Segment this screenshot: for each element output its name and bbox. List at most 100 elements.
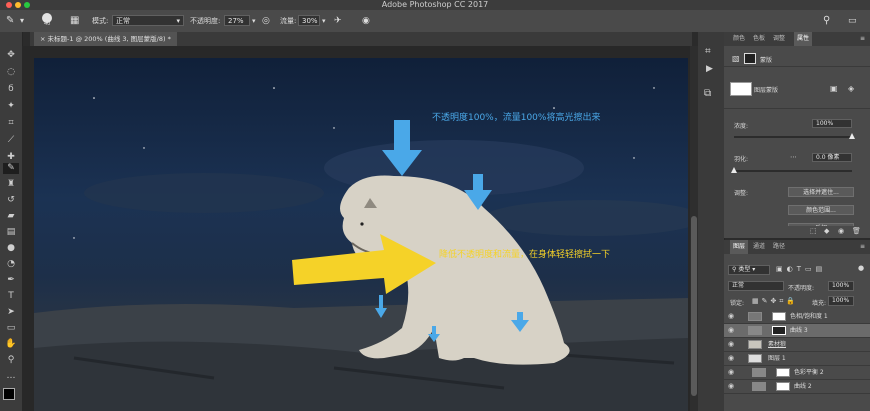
airbrush-icon[interactable]: ✈ [334, 14, 342, 28]
add-vector-mask-icon[interactable]: ◈ [848, 84, 854, 93]
pressure-size-icon[interactable]: ◉ [362, 14, 370, 28]
tab-layers[interactable]: 图层 [730, 240, 749, 254]
disable-mask-icon[interactable]: ◉ [838, 227, 844, 235]
flow-field[interactable]: 30% [298, 15, 320, 26]
history-panel-icon[interactable]: ⌗ [705, 46, 711, 57]
trash-icon[interactable]: 🗑 [852, 227, 861, 235]
eraser-tool-icon[interactable]: ▰ [3, 211, 19, 222]
eyedropper-tool-icon[interactable]: ⟋ [3, 135, 19, 146]
document-tab-label: 未标题-1 @ 200% (曲线 3, 图层蒙版/8) * [47, 35, 171, 43]
layer-row[interactable]: ◉ 色彩平衡 2 [724, 366, 870, 380]
layer-filter-select[interactable]: ⚲ 类型 ▾ [728, 265, 770, 275]
actions-play-icon[interactable]: ▶ [706, 64, 713, 74]
mode-select-value: 正常 [116, 17, 130, 25]
type-tool-icon[interactable]: T [3, 291, 19, 302]
flow-label: 流量: [280, 17, 297, 25]
eye-icon[interactable]: ◉ [728, 340, 734, 348]
eye-icon[interactable]: ◉ [728, 354, 734, 362]
tab-channels[interactable]: 通道 [750, 240, 768, 254]
opacity-field[interactable]: 27% [224, 15, 250, 26]
crop-tool-icon[interactable]: ⌗ [3, 118, 19, 129]
select-and-mask-button[interactable]: 选择并遮住... [788, 187, 854, 197]
layer-opacity-field[interactable]: 100% [828, 281, 854, 291]
layer-row[interactable]: ◉ 曲线 2 [724, 380, 870, 394]
tab-properties[interactable]: 属性 [794, 32, 813, 46]
brush-tool-icon[interactable]: ✎ [3, 163, 19, 174]
mask-thumbnail-icon[interactable] [744, 53, 756, 64]
eye-icon[interactable]: ◉ [728, 326, 734, 334]
more-tools-icon[interactable]: … [3, 371, 19, 382]
eye-icon[interactable]: ◉ [728, 382, 734, 390]
chevron-down-icon[interactable]: ▾ [322, 14, 326, 28]
eye-icon[interactable]: ◉ [728, 368, 734, 376]
density-field[interactable]: 100% [812, 119, 852, 128]
layer-mask-thumbnail[interactable] [730, 82, 752, 96]
apply-mask-icon[interactable]: ◆ [824, 227, 829, 235]
filter-kind-icons[interactable]: ▣◐T▭▤ [776, 265, 826, 273]
feather-field[interactable]: 0.0 像素 [812, 153, 852, 162]
clone-stamp-tool-icon[interactable]: ♜ [3, 179, 19, 190]
scrollbar-thumb[interactable] [691, 216, 697, 396]
tab-color[interactable]: 颜色 [730, 32, 748, 46]
blend-mode-select[interactable]: 正常 [728, 281, 784, 291]
fill-field[interactable]: 100% [828, 296, 854, 306]
layer-mask-thumbnail [772, 326, 786, 335]
zoom-tool-icon[interactable]: ⚲ [3, 355, 19, 366]
pixel-mask-icon[interactable]: ▧ [732, 54, 740, 63]
marquee-tool-icon[interactable]: ◌ [3, 67, 19, 78]
document-canvas[interactable]: 不透明度100%，流量100%将高光擦出来 降低不透明度和流量，在身体轻轻擦拭一… [34, 58, 688, 411]
hand-tool-icon[interactable]: ✋ [3, 339, 19, 350]
panel-menu-icon[interactable]: ≡ [860, 35, 865, 42]
feather-options-icon[interactable]: ⋯ [790, 153, 797, 161]
lock-icons[interactable]: ▦✎✥⌗🔒 [752, 297, 798, 306]
tab-swatches[interactable]: 色板 [750, 32, 768, 46]
layer-row[interactable]: ◉ 曲线 3 [724, 324, 870, 338]
pressure-opacity-icon[interactable]: ◎ [262, 14, 270, 28]
close-icon[interactable]: × [40, 35, 48, 43]
gradient-tool-icon[interactable]: ▤ [3, 227, 19, 238]
add-pixel-mask-icon[interactable]: ▣ [830, 84, 838, 93]
foreground-color-swatch[interactable] [3, 388, 15, 400]
panel-dock-strip: ⌗ ▶ ⧉ [698, 32, 725, 411]
panel-menu-icon[interactable]: ≡ [860, 243, 865, 250]
load-selection-from-mask-icon[interactable]: ⬚ [810, 227, 817, 235]
pen-tool-icon[interactable]: ✒ [3, 275, 19, 286]
path-select-tool-icon[interactable]: ➤ [3, 307, 19, 318]
title-bar: Adobe Photoshop CC 2017 [0, 0, 870, 10]
search-icon[interactable]: ⚲ [823, 14, 830, 28]
color-range-button[interactable]: 颜色范围... [788, 205, 854, 215]
opacity-label: 不透明度: [190, 17, 221, 25]
eye-icon[interactable]: ◉ [728, 312, 734, 320]
move-tool-icon[interactable]: ✥ [3, 50, 19, 61]
chevron-down-icon[interactable]: ▾ [20, 14, 24, 28]
feather-slider-knob[interactable] [731, 167, 737, 173]
tab-paths[interactable]: 路径 [770, 240, 788, 254]
layer-row[interactable]: ◉ 色相/饱和度 1 [724, 310, 870, 324]
mode-select[interactable]: 正常 ▾ [112, 15, 184, 26]
shape-tool-icon[interactable]: ▭ [3, 323, 19, 334]
brush-panel-toggle-icon[interactable]: ▦ [70, 14, 79, 28]
chevron-down-icon[interactable]: ▾ [252, 14, 256, 28]
brush-tool-icon[interactable]: ✎ [6, 14, 14, 28]
blur-tool-icon[interactable]: ● [3, 243, 19, 254]
density-slider[interactable] [734, 133, 855, 139]
properties-footer: ⬚ ◆ ◉ 🗑 [724, 226, 870, 238]
layer-mask-thumbnail [776, 382, 790, 391]
healing-brush-tool-icon[interactable]: ✚ [3, 152, 19, 163]
dodge-tool-icon[interactable]: ◔ [3, 259, 19, 270]
layer-thumbnail [748, 340, 762, 349]
paths-panel-icon[interactable]: ⧉ [704, 88, 711, 99]
layer-name: 曲线 3 [790, 327, 808, 334]
history-brush-tool-icon[interactable]: ↺ [3, 195, 19, 206]
document-tab[interactable]: × 未标题-1 @ 200% (曲线 3, 图层蒙版/8) * [34, 32, 177, 46]
layer-row[interactable]: ◉ 素材狼 [724, 338, 870, 352]
layer-row[interactable]: ◉ 图层 1 [724, 352, 870, 366]
feather-slider[interactable] [731, 167, 852, 173]
tab-adjustments[interactable]: 调整 [770, 32, 788, 46]
quick-select-tool-icon[interactable]: ✦ [3, 101, 19, 112]
lasso-tool-icon[interactable]: ϭ [3, 84, 19, 95]
filter-toggle-icon[interactable]: ● [858, 264, 864, 272]
workspace-icon[interactable]: ▭ [848, 14, 857, 28]
density-slider-knob[interactable] [849, 133, 855, 139]
vertical-scrollbar[interactable] [690, 46, 698, 411]
